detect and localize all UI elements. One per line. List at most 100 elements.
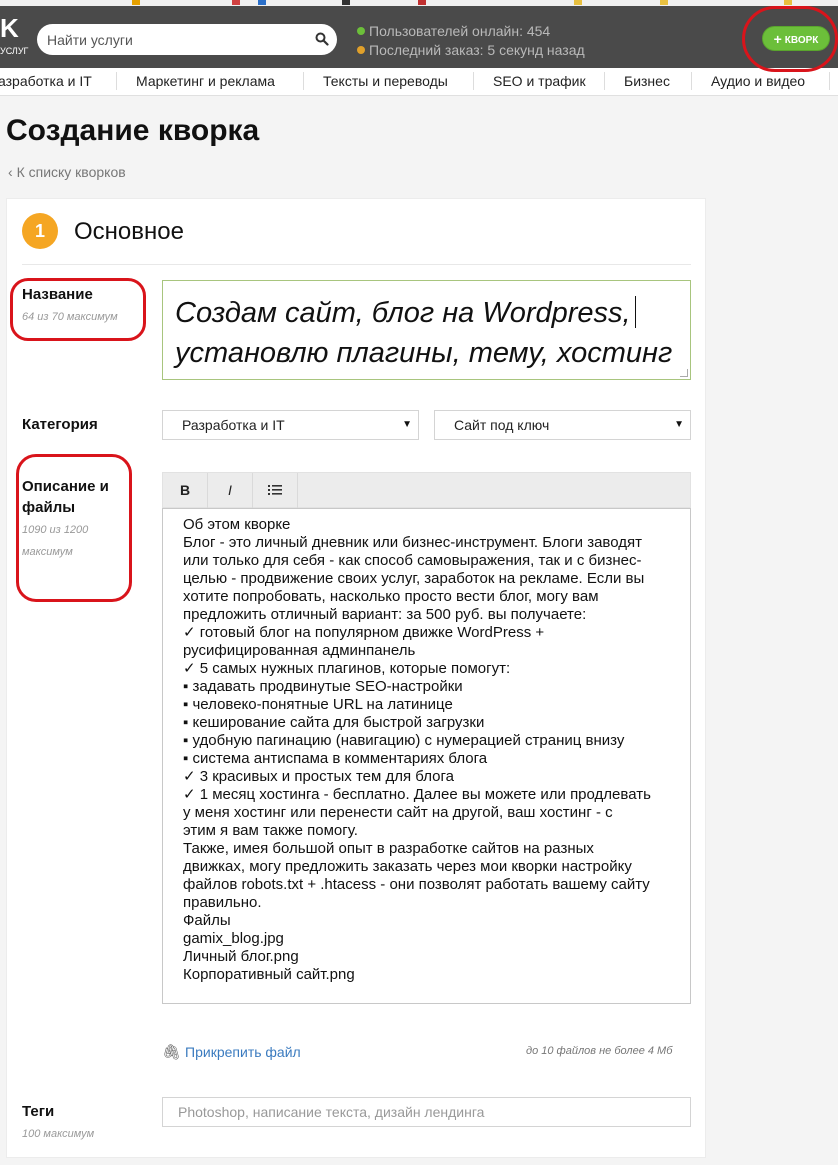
description-line: Файлы xyxy=(183,912,231,929)
description-line: предложить отличный вариант: за 500 руб.… xyxy=(183,606,587,623)
kwork-title-field[interactable]: Создам сайт, блог на Wordpress, установл… xyxy=(162,280,691,380)
chevron-left-icon: ‹ xyxy=(8,164,17,180)
online-dot-icon xyxy=(357,27,365,35)
description-line: хотите попробовать, насколько просто вес… xyxy=(183,588,599,605)
search-icon[interactable] xyxy=(315,32,329,46)
page-title: Создание кворка xyxy=(6,114,260,147)
bookmark-icon[interactable] xyxy=(232,0,240,5)
tags-field-label: Теги xyxy=(22,1103,55,1120)
description-hint-line: максимум xyxy=(22,546,73,558)
bold-button[interactable]: B xyxy=(163,473,208,508)
nav-category-texts[interactable]: Тексты и переводы xyxy=(323,68,448,94)
subcategory-select[interactable]: Сайт под ключ ▼ xyxy=(434,410,691,440)
nav-category-audio-video[interactable]: Аудио и видео xyxy=(711,68,805,94)
description-line: правильно. xyxy=(183,894,262,911)
description-line: ▪ задавать продвинутые SEO-настройки xyxy=(183,678,463,695)
name-field-hint: 64 из 70 максимум xyxy=(22,311,118,323)
order-dot-icon xyxy=(357,46,365,54)
description-text: Об этом кворке Блог - это личный дневник … xyxy=(183,516,683,984)
attach-file-label: Прикрепить файл xyxy=(185,1044,301,1060)
site-header: K УСЛУГ Пользователей онлайн: 454 Послед… xyxy=(0,6,838,68)
section-title: Основное xyxy=(74,218,184,245)
nav-divider xyxy=(604,72,605,90)
tags-field-hint: 100 максимум xyxy=(22,1128,95,1140)
description-line: Блог - это личный дневник или бизнес-инс… xyxy=(183,534,642,551)
kwork-title-value: Создам сайт, блог на Wordpress, установл… xyxy=(175,293,680,373)
dropdown-arrow-icon: ▼ xyxy=(402,419,412,430)
description-line: Личный блог.png xyxy=(183,948,299,965)
step-number-badge: 1 xyxy=(22,213,58,249)
description-line: gamix_blog.jpg xyxy=(183,930,284,947)
description-line: ✓ 1 месяц хостинга - бесплатно. Далее вы… xyxy=(183,786,651,803)
description-label-line: Описание и xyxy=(22,478,109,495)
description-hint-line: 1090 из 1200 xyxy=(22,524,89,536)
category-field-label: Категория xyxy=(22,416,98,433)
resize-grip-icon[interactable] xyxy=(680,369,688,377)
nav-divider xyxy=(691,72,692,90)
bookmark-icon[interactable] xyxy=(342,0,350,5)
add-kwork-label: КВОРК xyxy=(784,35,819,46)
description-line: ✓ готовый блог на популярном движке Word… xyxy=(183,624,545,641)
attach-limit-note: до 10 файлов не более 4 Мб xyxy=(526,1045,673,1057)
attach-file-link[interactable]: 🖇 Прикрепить файл xyxy=(162,1043,301,1061)
description-label-line: файлы xyxy=(22,499,76,516)
nav-category-dev[interactable]: азработка и IT xyxy=(0,68,92,94)
description-line: ▪ удобную пагинацию (навигацию) с нумера… xyxy=(183,732,625,749)
online-users-text: Пользователей онлайн: 454 xyxy=(369,23,551,39)
name-field-label: Название xyxy=(22,286,93,303)
list-button[interactable] xyxy=(253,473,298,508)
description-field-hint: 1090 из 1200 максимум xyxy=(22,519,88,563)
category-select[interactable]: Разработка и IT ▼ xyxy=(162,410,419,440)
nav-category-marketing[interactable]: Маркетинг и реклама xyxy=(136,68,275,94)
description-line: файлов robots.txt + .htacess - они позво… xyxy=(183,876,650,893)
subcategory-select-value: Сайт под ключ xyxy=(454,417,550,433)
text-caret xyxy=(634,296,636,328)
nav-category-seo[interactable]: SEO и трафик xyxy=(493,68,586,94)
description-line: или только для себя - как способ самовыр… xyxy=(183,552,642,569)
site-logo[interactable]: K xyxy=(0,15,19,41)
nav-divider xyxy=(473,72,474,90)
description-line: русифицированная админпанель xyxy=(183,642,416,659)
category-select-value: Разработка и IT xyxy=(182,417,285,433)
bookmark-icon[interactable] xyxy=(418,0,426,5)
bookmark-icon[interactable] xyxy=(132,0,140,5)
title-line: установлю плагины, тему, хостинг xyxy=(175,337,673,369)
description-line: ▪ кеширование сайта для быстрой загрузки xyxy=(183,714,485,731)
plus-icon: + xyxy=(773,31,782,47)
nav-category-business[interactable]: Бизнес xyxy=(624,68,670,94)
description-field-label: Описание и файлы xyxy=(22,476,109,518)
back-to-list-link[interactable]: ‹ К списку кворков xyxy=(8,164,126,180)
tags-input[interactable] xyxy=(162,1097,691,1127)
search-box xyxy=(37,24,337,55)
online-users-stat: Пользователей онлайн: 454 xyxy=(357,22,550,40)
last-order-stat: Последний заказ: 5 секунд назад xyxy=(357,41,585,59)
back-link-label: К списку кворков xyxy=(16,164,126,180)
italic-button[interactable]: I xyxy=(208,473,253,508)
editor-toolbar: B I xyxy=(162,472,691,508)
bookmark-icon[interactable] xyxy=(574,0,582,5)
description-line: Также, имея большой опыт в разработке са… xyxy=(183,840,594,857)
add-kwork-button[interactable]: + КВОРК xyxy=(762,26,830,51)
nav-divider xyxy=(829,72,830,90)
description-editor[interactable]: Об этом кворке Блог - это личный дневник … xyxy=(162,508,691,1004)
description-line: ✓ 5 самых нужных плагинов, которые помог… xyxy=(183,660,511,677)
list-icon xyxy=(268,485,282,495)
description-line: движках, могу предложить заказать через … xyxy=(183,858,632,875)
category-nav: азработка и IT Маркетинг и реклама Текст… xyxy=(0,68,838,96)
bookmark-icon[interactable] xyxy=(784,0,792,5)
description-line: целью - продвижение своих услуг, заработ… xyxy=(183,570,645,587)
description-line: этим я вам также помогу. xyxy=(183,822,358,839)
bookmark-icon[interactable] xyxy=(660,0,668,5)
paperclip-icon: 🖇 xyxy=(162,1044,182,1061)
search-input[interactable] xyxy=(47,29,307,50)
description-line: у меня хостинг или перенести сайт на дру… xyxy=(183,804,613,821)
description-line: Об этом кворке xyxy=(183,516,291,533)
description-line: ▪ система антиспама в комментариях блога xyxy=(183,750,488,767)
section-divider xyxy=(22,264,691,265)
description-line: ▪ человеко-понятные URL на латинице xyxy=(183,696,453,713)
nav-divider xyxy=(116,72,117,90)
last-order-text: Последний заказ: 5 секунд назад xyxy=(369,42,585,58)
dropdown-arrow-icon: ▼ xyxy=(674,419,684,430)
description-line: Корпоративный сайт.png xyxy=(183,966,355,983)
bookmark-icon[interactable] xyxy=(258,0,266,5)
